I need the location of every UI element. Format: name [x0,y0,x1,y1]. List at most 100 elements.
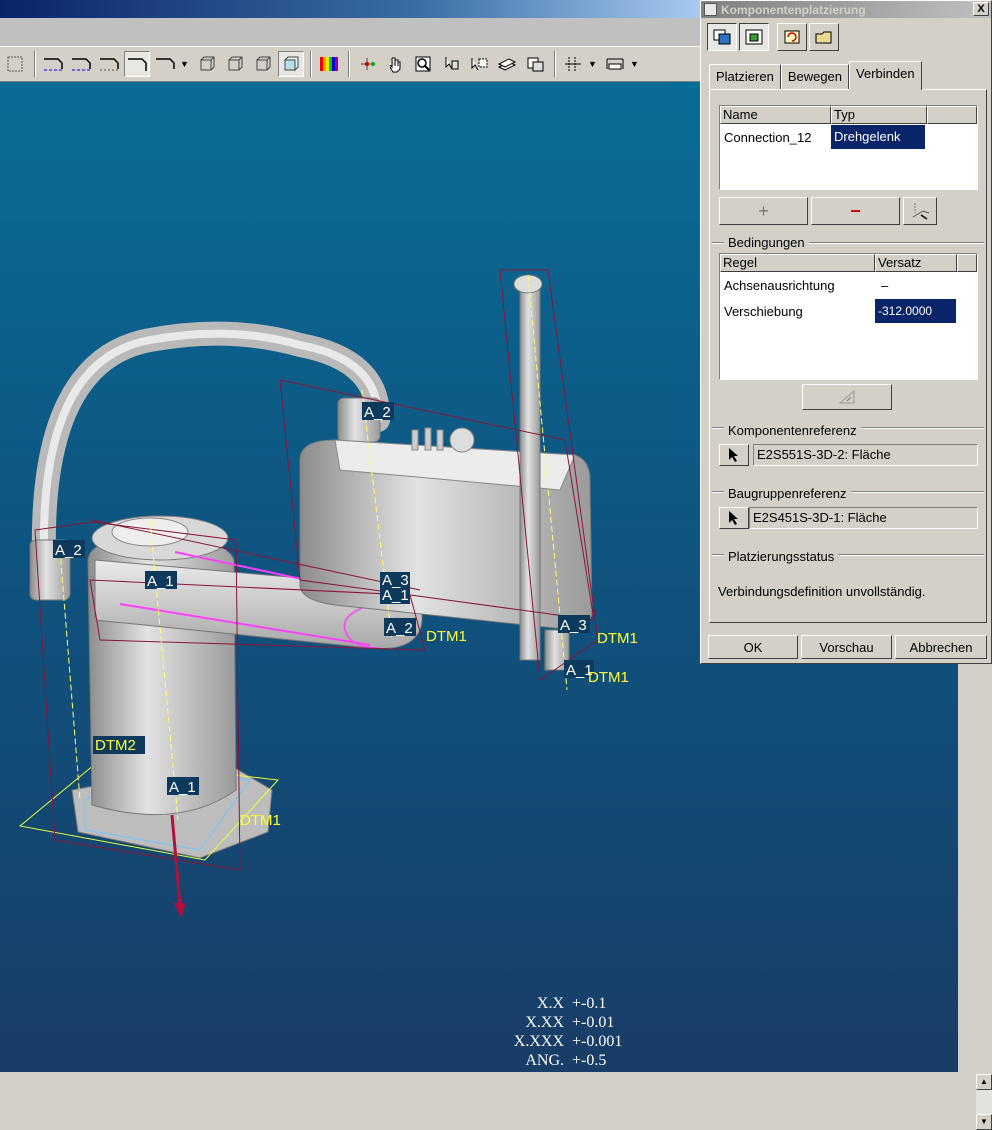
color-appearance-icon[interactable] [316,51,342,77]
tolerance-value: +-0.001 [572,1033,623,1050]
datum-plane-icon[interactable] [40,51,66,77]
zoom-icon[interactable] [410,51,436,77]
drag-icon[interactable] [382,51,408,77]
tolerance-value: +-0.1 [572,995,607,1012]
placement-status-text: Verbindungsdefinition unvollständig. [718,584,926,599]
toolbar-separator [34,51,36,77]
annotation-icon[interactable] [466,51,492,77]
remove-connection-button[interactable]: − [811,197,900,225]
chevron-down-icon[interactable]: ▼ [588,59,598,69]
flip-constraint-button[interactable] [802,384,892,410]
constraint-rule[interactable]: Verschiebung [720,304,875,319]
constraint-list[interactable]: Regel Versatz Achsenausrichtung – Versch… [719,253,978,380]
measure-icon[interactable] [602,51,628,77]
assembly-window-icon[interactable] [739,23,769,51]
select-assembly-ref-button[interactable] [719,507,749,529]
label-base-dtm2: DTM2 [95,737,136,754]
constraint-rule[interactable]: Achsenausrichtung [720,278,875,293]
label-end-dtm1: DTM1 [597,630,638,647]
wireframe-icon[interactable] [194,51,220,77]
tolerance-key: X.X [536,995,564,1012]
tab-panel-verbinden: Name Typ Connection_12 Drehgelenk + − Be… [709,89,987,623]
ball-screw-shaft[interactable] [519,279,541,661]
mechanism-icon[interactable] [560,51,586,77]
toolbar-separator [310,51,312,77]
group-title-bedingungen: Bedingungen [724,235,809,250]
label-mid-a1: A_1 [382,587,409,604]
label-column-a2: A_2 [55,542,82,559]
connect-icon[interactable] [354,51,380,77]
constraint-row[interactable]: Achsenausrichtung – [720,272,977,298]
tolerance-key: X.XXX [513,1033,564,1050]
ok-button[interactable]: OK [708,635,798,659]
component-reference-field[interactable]: E2S551S-3D-2: Fläche [753,444,978,466]
layer-icon[interactable] [494,51,520,77]
dialog-titlebar[interactable]: Komponentenplatzierung X [701,1,991,18]
scroll-down-icon[interactable]: ▼ [976,1114,992,1130]
no-hidden-icon[interactable] [250,51,276,77]
offset-input[interactable]: -312.0000 [875,299,956,323]
label-elbow-a2: A_2 [364,404,391,421]
hidden-line-icon[interactable] [222,51,248,77]
vertical-scrollbar[interactable]: ▲ ▼ [976,1074,992,1130]
spin-center-icon[interactable] [152,51,178,77]
group-title-komponentenreferenz: Komponentenreferenz [724,423,861,438]
flip-connection-button[interactable] [903,197,937,225]
connection-name[interactable]: Connection_12 [720,130,831,145]
shading-icon[interactable] [278,51,304,77]
arrow-cursor-icon [729,448,738,462]
label-mid-dtm1: DTM1 [426,628,467,645]
dialog-icon-bar [707,23,839,51]
chevron-down-icon[interactable]: ▼ [630,59,640,69]
connection-list[interactable]: Name Typ Connection_12 Drehgelenk [719,105,978,190]
flip-icon [838,389,855,404]
tab-platzieren[interactable]: Platzieren [709,64,781,90]
datum-point-icon[interactable] [96,51,122,77]
dialog-tabs: Platzieren Bewegen Verbinden [709,61,922,90]
label-end-dtm1-b: DTM1 [588,669,629,686]
tolerance-key: ANG. [525,1052,564,1069]
preview-button[interactable]: Vorschau [801,635,892,659]
constraint-offset[interactable]: – [875,278,955,293]
select-component-ref-button[interactable] [719,444,749,466]
tolerance-table: X.X +-0.1 X.XX +-0.01 X.XXX +-0.001 ANG.… [512,994,623,1070]
column-header-type[interactable]: Typ [831,106,927,124]
add-connection-button[interactable]: + [719,197,808,225]
label-base-dtm1: DTM1 [240,812,281,829]
connection-row[interactable]: Connection_12 Drehgelenk [720,124,977,150]
camera-icon[interactable] [522,51,548,77]
label-end-a3: A_3 [560,617,587,634]
connection-type-select[interactable]: Drehgelenk [831,125,925,149]
window-icon [704,3,717,16]
close-button[interactable]: X [973,2,989,16]
tolerance-key: X.XX [525,1014,564,1031]
separate-window-icon[interactable] [707,23,737,51]
tab-verbinden[interactable]: Verbinden [849,61,922,90]
coord-sys-icon[interactable] [124,51,150,77]
main-window-titlebar [0,0,700,18]
label-arm1-a1: A_1 [147,573,174,590]
datum-display-icon[interactable] [2,51,28,77]
chevron-down-icon[interactable]: ▼ [180,59,190,69]
cancel-button[interactable]: Abbrechen [895,635,987,659]
tolerance-value: +-0.01 [572,1014,615,1031]
scroll-track[interactable] [976,1090,992,1114]
toolbar-separator [348,51,350,77]
switch-constraint-icon[interactable] [777,23,807,51]
column-header-rule[interactable]: Regel [720,254,875,272]
constraint-row[interactable]: Verschiebung -312.0000 [720,298,977,324]
retrieve-icon[interactable] [809,23,839,51]
column-header-offset[interactable]: Versatz [875,254,957,272]
scroll-up-icon[interactable]: ▲ [976,1074,992,1090]
tolerance-row: X.XXX +-0.001 [512,1032,623,1051]
datum-axis-icon[interactable] [68,51,94,77]
column-header-name[interactable]: Name [720,106,831,124]
tab-bewegen[interactable]: Bewegen [780,64,850,90]
flip-icon [912,203,930,220]
group-title-baugruppenreferenz: Baugruppenreferenz [724,486,851,501]
status-area [0,1072,958,1130]
dialog-title: Komponentenplatzierung [721,2,866,17]
group-title-platzierungsstatus: Platzierungsstatus [724,549,839,564]
component-icon[interactable] [438,51,464,77]
assembly-reference-field[interactable]: E2S451S-3D-1: Fläche [749,507,978,529]
